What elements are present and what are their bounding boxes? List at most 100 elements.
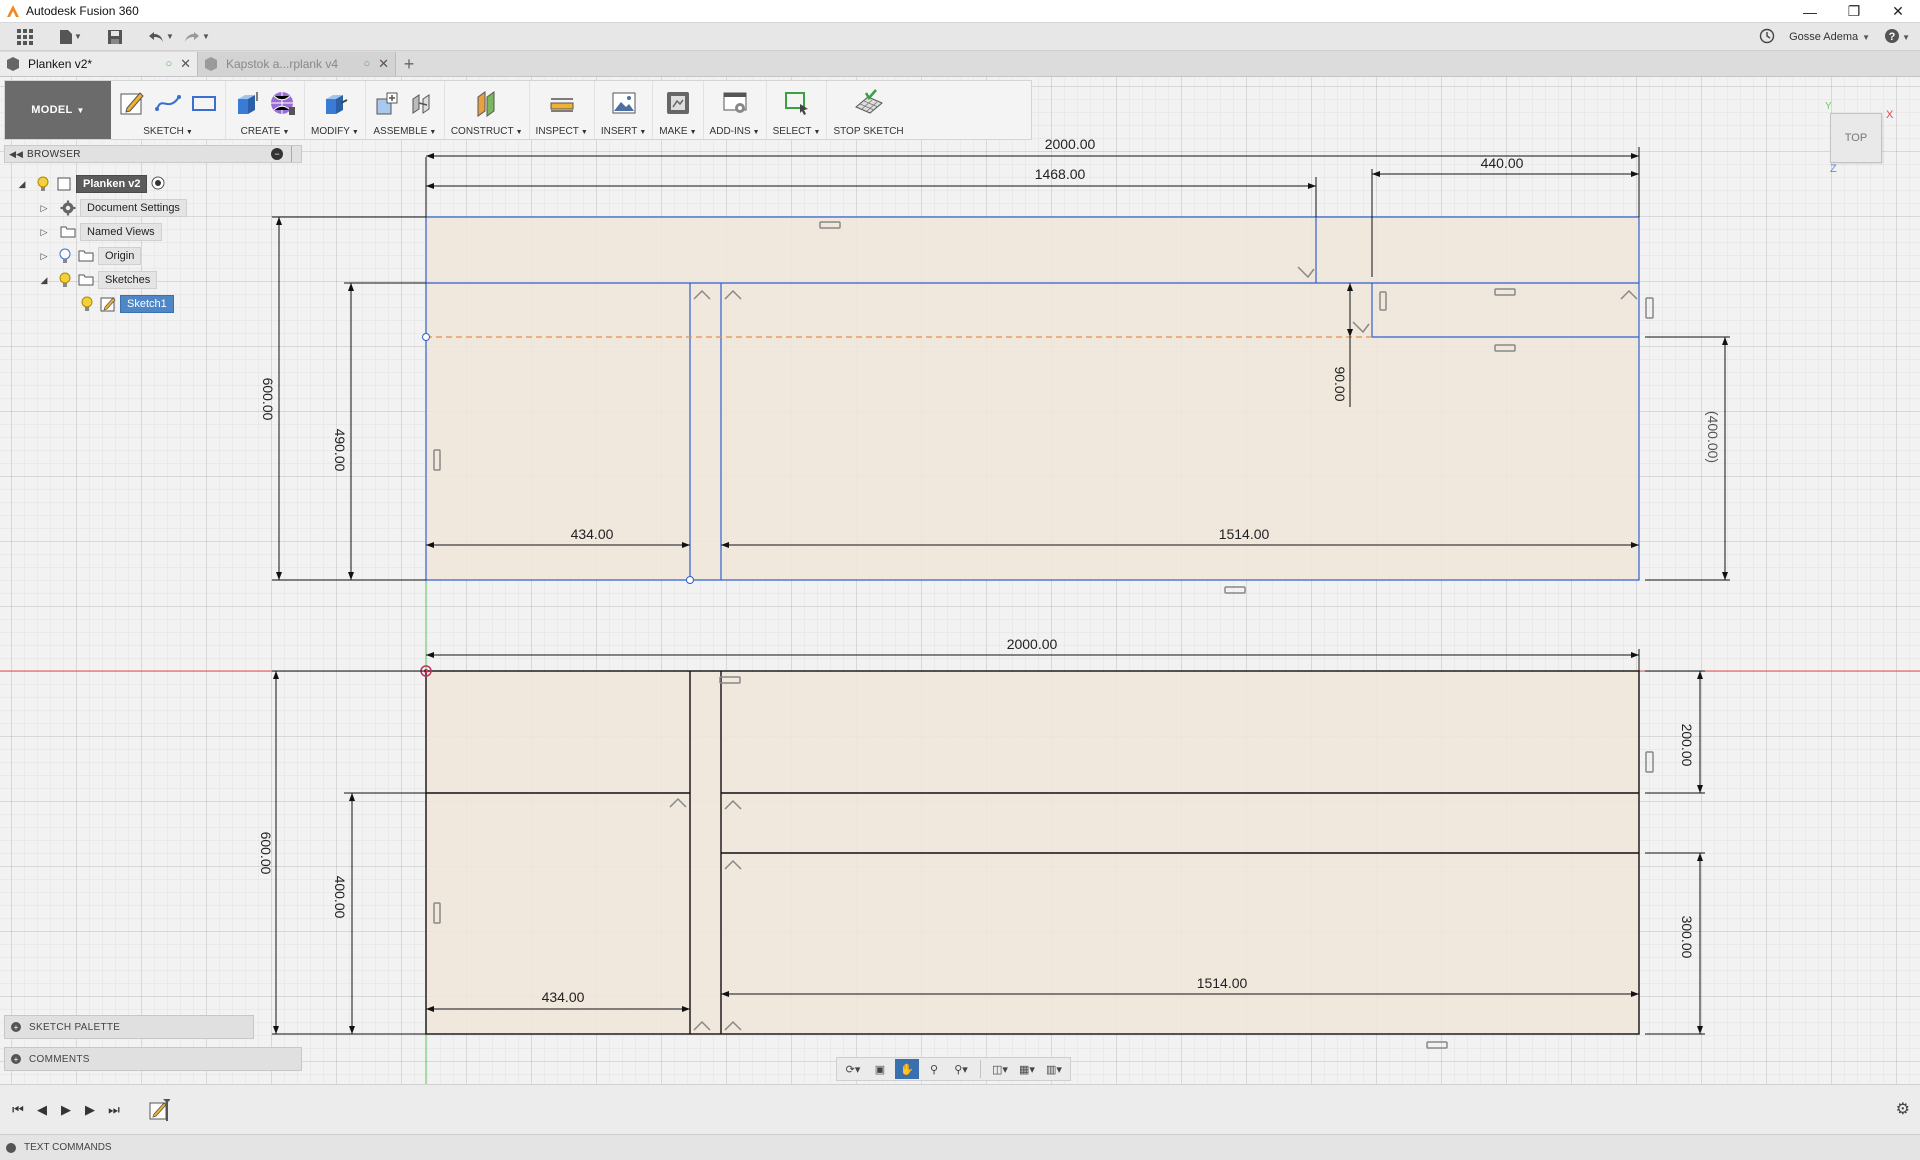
sketch-palette-bar[interactable]: + SKETCH PALETTE (4, 1015, 254, 1039)
tab-close-icon[interactable]: ✕ (378, 56, 389, 72)
new-component-icon[interactable] (372, 88, 402, 118)
collapsed-triangle-icon[interactable]: ▷ (36, 200, 52, 216)
form-sculpt-icon[interactable] (268, 88, 298, 118)
help-caret-icon[interactable]: ▼ (1902, 33, 1910, 42)
expand-panel-icon[interactable]: + (11, 1022, 21, 1032)
new-tab-button[interactable]: + (396, 52, 422, 76)
expand-panel-icon[interactable]: + (11, 1054, 21, 1064)
grid-settings-icon[interactable]: ▦▾ (1015, 1059, 1039, 1079)
toolbar-group-add-ins[interactable]: ADD-INS ▼ (704, 81, 767, 139)
dim-top-1514: 1514.00 (1219, 526, 1270, 542)
undo-icon[interactable]: ▼ (148, 25, 174, 49)
redo-icon[interactable]: ▼ (184, 25, 210, 49)
window-controls: — ❐ ✕ (1788, 0, 1920, 23)
toolbar-group-insert[interactable]: INSERT ▼ (595, 81, 654, 139)
3d-print-icon[interactable] (663, 88, 693, 118)
activate-component-icon[interactable] (151, 176, 165, 193)
hidden-bulb-icon[interactable] (56, 247, 74, 265)
tree-item-label[interactable]: Document Settings (80, 199, 187, 217)
timeline-sketch-feature-icon[interactable] (148, 1098, 171, 1121)
viewcube[interactable]: TOP (1830, 113, 1882, 163)
toolbar-group-select[interactable]: SELECT ▼ (767, 81, 828, 139)
help-icon[interactable]: ? (1884, 28, 1900, 47)
job-status-icon[interactable] (1759, 28, 1775, 47)
minimize-button[interactable]: — (1788, 0, 1832, 23)
dim-top-490: 490.00 (332, 429, 348, 472)
workspace-switcher[interactable]: MODEL ▼ (5, 81, 111, 139)
tree-item-document-settings[interactable]: ▷ Document Settings (14, 196, 314, 220)
browser-panel-header[interactable]: ◀◀ BROWSER − (4, 145, 302, 163)
toolbar-group-stop-sketch[interactable]: STOP SKETCH (827, 81, 909, 139)
expand-panel-icon[interactable] (6, 1142, 16, 1153)
stop-sketch-icon[interactable] (854, 88, 884, 118)
tree-item-label[interactable]: Named Views (80, 223, 162, 241)
browser-pin-icon[interactable] (291, 146, 299, 162)
restore-button[interactable]: ❐ (1832, 0, 1876, 23)
user-menu-caret-icon[interactable]: ▼ (1862, 33, 1870, 42)
visibility-bulb-icon[interactable] (34, 175, 52, 193)
insert-image-icon[interactable] (609, 88, 639, 118)
go-to-start-icon[interactable]: ⏮ (6, 1098, 30, 1122)
text-commands-bar[interactable]: TEXT COMMANDS (0, 1134, 1920, 1160)
rectangle-icon[interactable] (189, 88, 219, 118)
pan-icon[interactable]: ✋ (895, 1059, 919, 1079)
tab-close-icon[interactable]: ✕ (180, 56, 191, 72)
display-settings-icon[interactable]: ◫▾ (988, 1059, 1012, 1079)
tree-item-root[interactable]: ◢ Planken v2 (14, 172, 314, 196)
spline-icon[interactable] (153, 88, 183, 118)
look-at-icon[interactable]: ▣ (868, 1059, 892, 1079)
data-panel-grid-icon[interactable] (12, 25, 38, 49)
toolbar-group-sketch[interactable]: SKETCH ▼ (111, 81, 226, 139)
scripts-add-ins-icon[interactable] (720, 88, 750, 118)
tree-item-label[interactable]: Origin (98, 247, 142, 265)
main-toolbar: MODEL ▼ SKETCH ▼ CREATE ▼ MODIFY ▼ ASSEMBLE ▼ (4, 80, 1032, 140)
toolbar-group-modify[interactable]: MODIFY ▼ (305, 81, 366, 139)
tree-item-sketch1[interactable]: Sketch1 (14, 292, 314, 316)
extrude-icon[interactable] (232, 88, 262, 118)
fit-icon[interactable]: ⚲▾ (949, 1059, 973, 1079)
visibility-bulb-icon[interactable] (56, 271, 74, 289)
tree-item-label[interactable]: Sketch1 (120, 295, 174, 313)
go-to-end-icon[interactable]: ⏭ (102, 1098, 126, 1122)
viewports-icon[interactable]: ▥▾ (1042, 1059, 1066, 1079)
horizontal-constraint-icon (1426, 1041, 1448, 1049)
expanded-triangle-icon[interactable]: ◢ (36, 272, 52, 288)
press-pull-icon[interactable] (320, 88, 350, 118)
play-icon[interactable]: ▶ (54, 1098, 78, 1122)
tree-item-label[interactable]: Sketches (98, 271, 158, 289)
tree-item-named-views[interactable]: ▷ Named Views (14, 220, 314, 244)
tree-item-origin[interactable]: ▷ Origin (14, 244, 314, 268)
timeline-settings-gear-icon[interactable]: ⚙ (1896, 1099, 1910, 1119)
browser-minimize-icon[interactable]: − (271, 148, 283, 160)
step-back-icon[interactable]: ◀ (30, 1098, 54, 1122)
toolbar-group-construct[interactable]: CONSTRUCT ▼ (445, 81, 530, 139)
toolbar-group-inspect[interactable]: INSPECT ▼ (530, 81, 595, 139)
file-menu-icon[interactable]: ▼ (58, 25, 84, 49)
offset-plane-icon[interactable] (472, 88, 502, 118)
timeline: ⏮ ◀ ▶ ▶ ⏭ ⚙ (0, 1084, 1920, 1134)
collapsed-triangle-icon[interactable]: ▷ (36, 224, 52, 240)
dim-bottom-600: 600.00 (258, 832, 274, 875)
measure-icon[interactable] (547, 88, 577, 118)
collapsed-triangle-icon[interactable]: ▷ (36, 248, 52, 264)
save-icon[interactable] (102, 25, 128, 49)
collapse-browser-icon[interactable]: ◀◀ (5, 149, 27, 160)
select-icon[interactable] (782, 88, 812, 118)
step-forward-icon[interactable]: ▶ (78, 1098, 102, 1122)
user-account-menu[interactable]: Gosse Adema (1789, 31, 1858, 43)
orbit-icon[interactable]: ⟳▾ (841, 1059, 865, 1079)
toolbar-group-make[interactable]: MAKE ▼ (653, 81, 704, 139)
visibility-bulb-icon[interactable] (78, 295, 96, 313)
toolbar-group-create[interactable]: CREATE ▼ (226, 81, 305, 139)
toolbar-group-assemble[interactable]: ASSEMBLE ▼ (366, 81, 445, 139)
tree-root-label[interactable]: Planken v2 (76, 175, 148, 193)
tree-item-sketches[interactable]: ◢ Sketches (14, 268, 314, 292)
expanded-triangle-icon[interactable]: ◢ (14, 176, 30, 192)
tab-kapstok[interactable]: Kapstok a...rplank v4 ○ ✕ (198, 52, 396, 76)
joint-icon[interactable] (408, 88, 438, 118)
close-window-button[interactable]: ✕ (1876, 0, 1920, 23)
comments-bar[interactable]: + COMMENTS (4, 1047, 302, 1071)
tab-planken-v2[interactable]: Planken v2* ○ ✕ (0, 52, 198, 76)
create-sketch-icon[interactable] (117, 88, 147, 118)
zoom-icon[interactable]: ⚲ (922, 1059, 946, 1079)
